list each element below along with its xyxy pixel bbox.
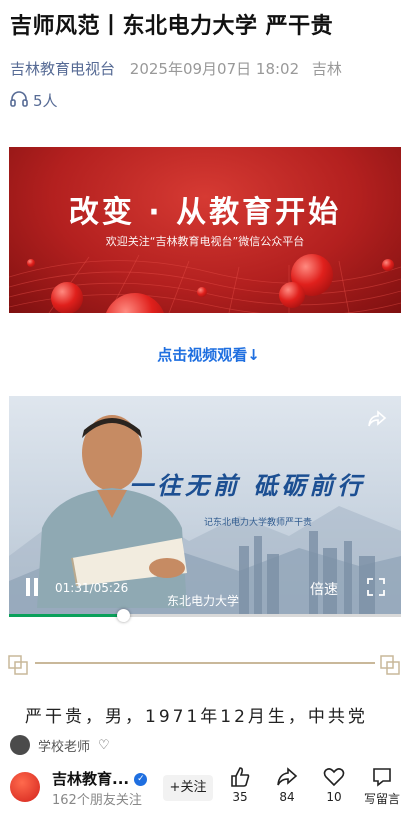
tag-label: 学校老师 [38, 739, 91, 755]
banner-subline: 欢迎关注“吉林教育电视台”微信公众平台 [105, 235, 305, 248]
heart-outline-icon: ♡ [98, 737, 110, 753]
favorite-button[interactable]: 10 [310, 766, 358, 804]
follow-button[interactable]: +关注 [163, 775, 213, 801]
like-count: 35 [232, 790, 248, 804]
banner-image: 改变 · 从教育开始 欢迎关注“吉林教育电视台”微信公众平台 [9, 147, 401, 313]
share-icon[interactable] [367, 410, 387, 432]
decor-ball [51, 282, 83, 313]
video-progress-bar[interactable] [9, 614, 401, 617]
speed-button[interactable]: 倍速 [310, 579, 338, 599]
teacher-portrait [37, 415, 187, 608]
headphones-icon [10, 90, 28, 111]
account-followers: 162个朋友关注 [52, 793, 142, 808]
verified-badge-icon: ✓ [134, 773, 148, 786]
progress-handle[interactable] [116, 609, 130, 622]
listener-count: 5人 [33, 92, 58, 110]
publish-location: 吉林 [311, 60, 342, 78]
video-caption: 东北电力大学 [167, 594, 240, 608]
account-avatar[interactable] [10, 772, 40, 802]
listen-button[interactable]: 5人 [10, 90, 58, 111]
thumbs-up-icon [216, 766, 264, 788]
share-count: 84 [279, 790, 295, 804]
share-arrow-icon [263, 766, 311, 788]
section-divider [35, 662, 375, 664]
decor-ball [279, 282, 305, 308]
video-player[interactable]: 一往无前 砥砺前行 记东北电力大学教师严干贵 01:31/05:26 东北电力大… [9, 396, 401, 616]
watch-video-link[interactable]: 点击视频观看↓ [0, 344, 417, 365]
video-time: 01:31/05:26 [55, 581, 129, 595]
video-subtitle: 记东北电力大学教师严干贵 [204, 518, 313, 528]
video-title: 一往无前 砥砺前行 [129, 471, 366, 500]
like-button[interactable]: 35 [216, 766, 264, 804]
tag-bar[interactable]: 学校老师 ♡ [10, 735, 110, 755]
fullscreen-icon[interactable] [367, 578, 385, 600]
comment-label: 写留言 [363, 792, 400, 806]
article-paragraph: 严干贵，男，1971年12月生，中共党 [25, 707, 368, 727]
ornament-left [8, 655, 28, 675]
user-avatar [10, 735, 30, 755]
banner-headline: 改变 · 从教育开始 [68, 195, 342, 230]
article-title: 吉师风范丨东北电力大学 严干贵 [10, 14, 334, 39]
decor-ball [197, 287, 207, 297]
decor-ball [382, 259, 394, 271]
share-button[interactable]: 84 [263, 766, 311, 804]
account-name-text: 吉林教育... [52, 770, 130, 788]
article-meta: 吉林教育电视台 2025年09月07日 18:02 吉林 [10, 58, 342, 79]
pause-button[interactable] [25, 578, 39, 596]
comment-button[interactable]: 写留言 [357, 766, 407, 807]
account-name[interactable]: 吉林教育... ✓ [52, 768, 148, 789]
favorite-count: 10 [326, 790, 342, 804]
publish-date: 2025年09月07日 18:02 [129, 60, 300, 78]
decor-ball [27, 259, 35, 267]
progress-fill [9, 614, 123, 617]
account-link[interactable]: 吉林教育电视台 [10, 60, 115, 78]
comment-icon [357, 766, 407, 788]
heart-icon [310, 766, 358, 788]
ornament-right [380, 655, 400, 675]
